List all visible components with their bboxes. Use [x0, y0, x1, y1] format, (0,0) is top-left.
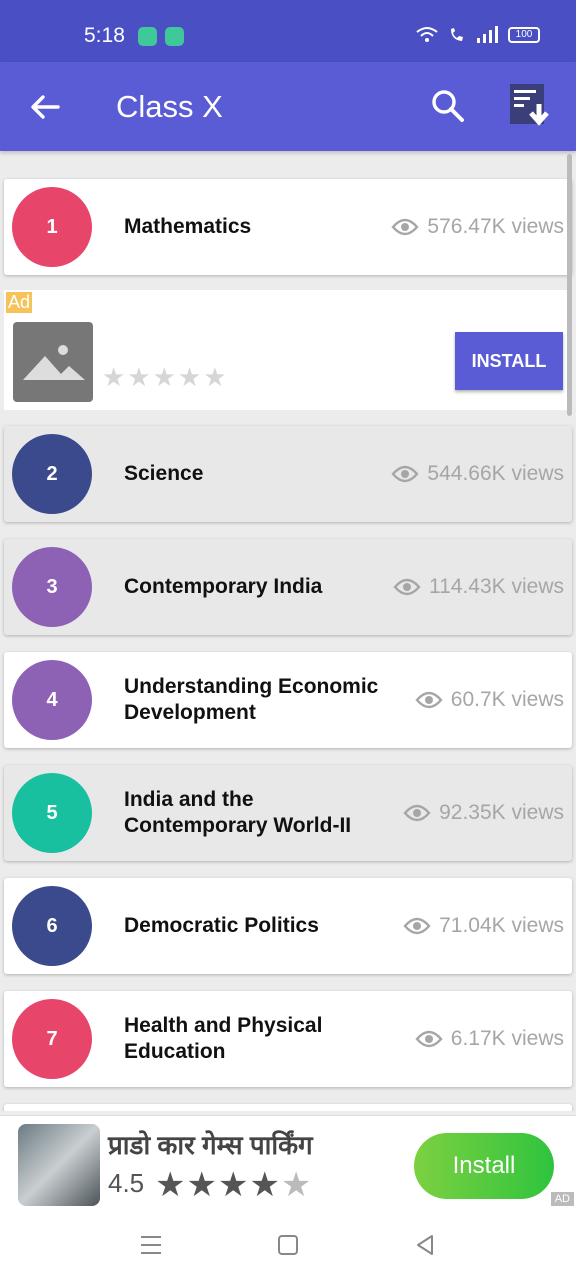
ad-app-image [18, 1124, 100, 1206]
ad-image-placeholder-icon [13, 322, 93, 402]
subject-number-badge: 2 [12, 434, 92, 514]
ad-rating-stars: ★★★★★ [102, 362, 229, 392]
menu-icon[interactable] [138, 1232, 164, 1258]
status-icons: 100 [416, 26, 540, 44]
system-nav-bar [0, 1210, 576, 1280]
eye-icon [393, 578, 421, 596]
subject-name: Contemporary India [124, 575, 323, 598]
eye-icon [415, 1030, 443, 1048]
ad-app-stars-icon: ★★★★★ [155, 1166, 313, 1204]
search-icon[interactable] [430, 88, 466, 124]
subject-number-badge: 6 [12, 886, 92, 966]
view-count-label: 114.43K views [428, 575, 564, 598]
subject-number-badge: 4 [12, 660, 92, 740]
signal-icon [477, 26, 498, 43]
view-count-label: 92.35K views [439, 801, 564, 824]
view-count: 60.7K views [415, 688, 564, 712]
eye-icon [403, 917, 431, 935]
back-icon[interactable] [412, 1232, 438, 1258]
status-bar: 5:18 100 [0, 0, 576, 62]
banner-ad[interactable]: प्राडो कार गेम्स पार्किंग 4.5 ★★★★★ Inst… [0, 1115, 576, 1210]
wifi-icon [416, 27, 438, 42]
downloads-icon[interactable] [506, 82, 556, 132]
wifi-calling-icon [451, 28, 463, 41]
ad-app-rating: 4.5 [108, 1168, 145, 1198]
subject-name: India and the Contemporary World-II [124, 788, 352, 837]
battery-icon: 100 [508, 27, 540, 43]
eye-icon [391, 465, 419, 483]
subject-card-mathematics[interactable]: 1 Mathematics 576.47K views [4, 179, 572, 275]
scrollbar[interactable] [567, 154, 572, 416]
app-bar: Class X [0, 62, 576, 151]
ad-app-title: प्राडो कार गेम्स पार्किंग [108, 1130, 313, 1160]
view-count-label: 544.66K views [427, 462, 564, 485]
eye-icon [403, 804, 431, 822]
ad-install-button[interactable]: Install [414, 1133, 554, 1199]
subject-card-understanding-economic-development[interactable]: 4 Understanding Economic Development 60.… [4, 652, 572, 748]
native-ad[interactable]: Ad ★★★★★ INSTALL [4, 290, 572, 410]
eye-icon [415, 691, 443, 709]
subject-number-badge: 3 [12, 547, 92, 627]
home-icon[interactable] [275, 1232, 301, 1258]
subject-number-badge: 1 [12, 187, 92, 267]
subject-number-badge: 5 [12, 773, 92, 853]
subject-name: Science [124, 462, 204, 485]
view-count-label: 60.7K views [450, 688, 564, 711]
view-count: 544.66K views [391, 462, 564, 486]
view-count-label: 71.04K views [439, 914, 564, 937]
view-count: 6.17K views [415, 1027, 564, 1051]
view-count: 71.04K views [403, 914, 564, 938]
subject-name: Understanding Economic Development [124, 675, 379, 724]
subject-card-democratic-politics[interactable]: 6 Democratic Politics 71.04K views [4, 878, 572, 974]
phone-notification-icon [138, 27, 157, 46]
subject-card-india-and-the-contemporary-world[interactable]: 5 India and the Contemporary World-II 92… [4, 765, 572, 861]
subject-card-contemporary-india[interactable]: 3 Contemporary India 114.43K views [4, 539, 572, 635]
chat-notification-icon [165, 27, 184, 46]
subject-name: Health and Physical Education [124, 1014, 323, 1063]
page-title: Class X [116, 89, 223, 124]
subject-name: Mathematics [124, 215, 252, 238]
subject-card-partial[interactable] [4, 1104, 572, 1111]
subject-name: Democratic Politics [124, 914, 319, 937]
eye-icon [391, 218, 419, 236]
view-count: 114.43K views [393, 575, 564, 599]
ad-corner-badge: AD [550, 1192, 574, 1206]
view-count-label: 576.47K views [427, 215, 564, 238]
view-count-label: 6.17K views [450, 1027, 564, 1050]
status-time: 5:18 [84, 24, 125, 47]
subject-card-health-and-physical-education[interactable]: 7 Health and Physical Education 6.17K vi… [4, 991, 572, 1087]
subject-card-science[interactable]: 2 Science 544.66K views [4, 426, 572, 522]
subject-list[interactable]: 1 Mathematics 576.47K views Ad ★★★★★ INS… [0, 151, 576, 1111]
ad-badge: Ad [6, 292, 33, 313]
view-count: 92.35K views [403, 801, 564, 825]
view-count: 576.47K views [391, 215, 564, 239]
install-button[interactable]: INSTALL [455, 332, 563, 390]
subject-number-badge: 7 [12, 999, 92, 1079]
back-arrow-icon[interactable] [28, 90, 62, 124]
